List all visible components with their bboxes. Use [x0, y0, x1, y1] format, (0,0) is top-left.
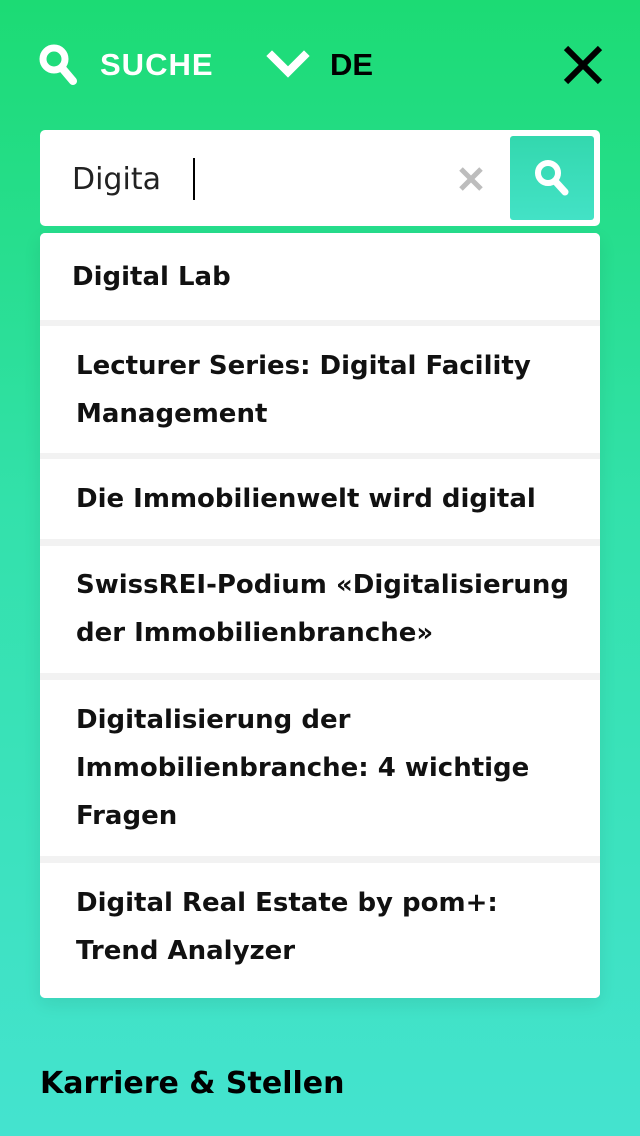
chevron-down-icon	[266, 50, 310, 78]
suggestion-label: Digital Real Estate by pom+: Trend Analy…	[76, 888, 498, 966]
close-icon	[563, 45, 603, 85]
suggestion-item[interactable]: Die Immobilienwelt wird digital	[40, 459, 600, 539]
search-suggestions: Digital Lab Lecturer Series: Digital Fac…	[40, 233, 600, 998]
suggestion-label: Lecturer Series: Digital Facility Manage…	[76, 351, 531, 429]
text-caret	[193, 158, 195, 200]
header: SUCHE DE	[0, 0, 640, 130]
clear-icon	[459, 167, 483, 191]
search-toggle-label: SUCHE	[100, 47, 214, 82]
suggestion-item[interactable]: SwissREI-Podium «Digitalisierung der Imm…	[40, 546, 600, 673]
suggestion-label: Die Immobilienwelt wird digital	[76, 484, 536, 514]
suggestion-item[interactable]: Lecturer Series: Digital Facility Manage…	[40, 326, 600, 453]
search-submit-button[interactable]	[510, 136, 594, 220]
language-selector[interactable]: DE	[266, 42, 373, 88]
search-input[interactable]	[72, 156, 432, 202]
search-icon	[535, 160, 569, 196]
suggestion-label: Digitalisierung der Immobilienbranche: 4…	[76, 705, 530, 831]
search-toggle[interactable]: SUCHE	[38, 42, 214, 88]
suggestion-item[interactable]: Digitalisierung der Immobilienbranche: 4…	[40, 680, 600, 856]
clear-search-button[interactable]	[454, 162, 488, 196]
search-icon	[39, 44, 77, 85]
close-button[interactable]	[560, 42, 606, 88]
language-label: DE	[330, 47, 374, 82]
career-link[interactable]: Karriere & Stellen	[40, 1066, 344, 1101]
suggestion-item[interactable]: Digital Real Estate by pom+: Trend Analy…	[40, 863, 600, 998]
search-bar	[40, 130, 600, 226]
suggestion-item[interactable]: Digital Lab	[40, 233, 600, 320]
suggestion-label: SwissREI-Podium «Digitalisierung der Imm…	[76, 570, 570, 648]
suggestion-label: Digital Lab	[72, 262, 231, 292]
